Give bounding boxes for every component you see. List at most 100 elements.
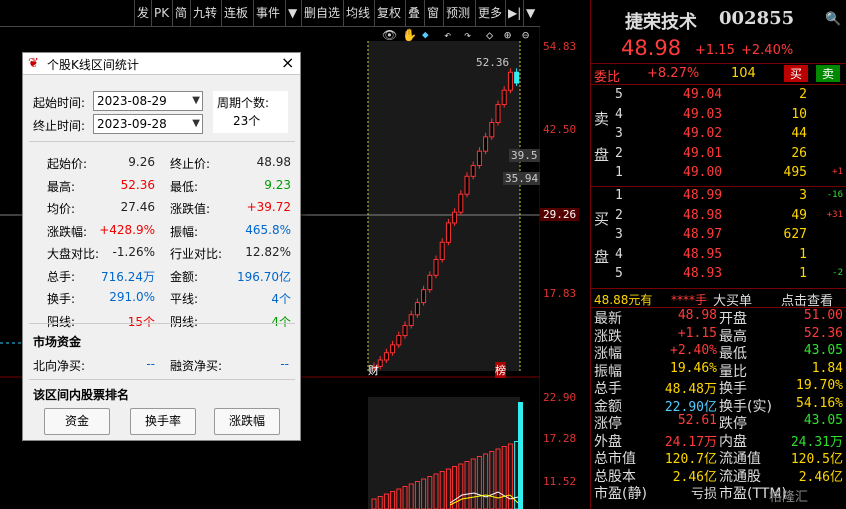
quote-stat-value: 19.70% bbox=[796, 378, 843, 393]
volume-axis-label: 22.90 bbox=[543, 391, 577, 404]
search-icon[interactable]: 🔍 bbox=[825, 12, 841, 27]
rank-fund-button[interactable]: 资金 bbox=[44, 408, 110, 435]
hand-icon[interactable]: ✋ bbox=[402, 28, 417, 42]
book-price[interactable]: 49.02 bbox=[683, 126, 722, 141]
book-volume: 44 bbox=[791, 126, 807, 141]
book-price[interactable]: 48.98 bbox=[683, 208, 722, 223]
quote-stat-value: +2.40% bbox=[670, 343, 717, 358]
stat-label: 起始价: bbox=[47, 157, 88, 171]
book-price[interactable]: 49.04 bbox=[683, 87, 722, 102]
book-price[interactable]: 49.03 bbox=[683, 107, 722, 122]
toolbar-item-forecast[interactable]: 预测 bbox=[443, 0, 472, 26]
zoom-in-icon[interactable]: ⊕ bbox=[504, 28, 511, 42]
diamond-icon[interactable]: ◇ bbox=[486, 28, 493, 42]
stat-label: 最低: bbox=[170, 179, 199, 194]
book-level: 3 bbox=[615, 126, 623, 141]
candle-body bbox=[458, 193, 464, 213]
book-price[interactable]: 48.99 bbox=[683, 188, 722, 203]
end-time-picker[interactable]: 2023-09-28 ▼ bbox=[93, 114, 203, 134]
stat-label: 均价: bbox=[47, 202, 76, 216]
quote-stat-value: 2.46亿 bbox=[672, 469, 717, 485]
divider bbox=[29, 323, 295, 324]
diamond-icon[interactable]: ◆ bbox=[422, 28, 429, 41]
candle-body bbox=[414, 302, 420, 316]
rank-turnover-button[interactable]: 换手率 bbox=[130, 408, 196, 435]
book-price[interactable]: 49.00 bbox=[683, 165, 722, 180]
candle-body bbox=[402, 325, 408, 337]
start-time-value: 2023-08-29 bbox=[97, 94, 167, 108]
toolbar-item-expand[interactable]: ▶| bbox=[505, 0, 523, 26]
toolbar-item-fa[interactable]: 发 bbox=[134, 0, 151, 26]
book-delta: -16 bbox=[826, 190, 843, 200]
stat-value: 52.36 bbox=[120, 177, 155, 192]
quote-panel: 捷荣技术 002855 🔍 48.98 +1.15 +2.40% 委比 +8.2… bbox=[590, 0, 846, 509]
candle-body bbox=[501, 89, 507, 106]
toolbar-dropdown[interactable]: ▼ bbox=[285, 0, 299, 26]
stat-label: 涨跌幅: bbox=[47, 224, 88, 239]
toolbar-item-simple[interactable]: 简 bbox=[172, 0, 189, 26]
stat-value: 716.24万 bbox=[101, 269, 155, 284]
price-axis-label: 42.50 bbox=[543, 123, 577, 136]
price-axis-label-cursor: 29.26 bbox=[540, 208, 580, 221]
end-time-value: 2023-09-28 bbox=[97, 117, 167, 131]
rank-change-button[interactable]: 涨跌幅 bbox=[214, 408, 280, 435]
current-price: 48.98 bbox=[621, 36, 682, 60]
weibi-value: +8.27% bbox=[647, 66, 700, 81]
quote-stat-value: 1.84 bbox=[811, 360, 843, 376]
toolbar-dropdown-2[interactable]: ▼ bbox=[523, 0, 537, 26]
end-time-label: 终止时间: bbox=[33, 119, 86, 133]
redo-icon[interactable]: ↷ bbox=[464, 28, 471, 42]
toolbar-item-jiuzhuan[interactable]: 九转 bbox=[190, 0, 219, 26]
toolbar-item-window[interactable]: 窗 bbox=[424, 0, 441, 26]
quote-stat-value: +1.15 bbox=[677, 325, 717, 341]
dialog-titlebar[interactable]: ❦ 个股K线区间统计 × bbox=[23, 53, 300, 75]
candle-body bbox=[483, 136, 489, 152]
book-volume: 495 bbox=[783, 165, 807, 180]
quote-stat-value: 51.00 bbox=[803, 308, 843, 323]
candle-body bbox=[489, 122, 495, 138]
quote-stat-value: 亏损 bbox=[690, 487, 717, 502]
stock-name: 捷荣技术 bbox=[625, 12, 697, 33]
sell-button[interactable]: 卖 bbox=[816, 65, 841, 82]
quote-stat-value: 54.16% bbox=[796, 395, 843, 411]
book-price[interactable]: 48.93 bbox=[683, 266, 722, 281]
book-volume: 2 bbox=[799, 87, 807, 102]
volume-axis-label: 11.52 bbox=[543, 475, 577, 488]
close-icon[interactable]: × bbox=[281, 53, 294, 72]
eye-icon[interactable]: 👁 bbox=[382, 28, 397, 42]
rank-header: 该区间内股票排名 bbox=[33, 388, 130, 402]
book-level: 4 bbox=[615, 106, 623, 122]
period-count-label: 周期个数: bbox=[217, 96, 270, 110]
book-delta: +1 bbox=[832, 167, 843, 177]
stat-label: 换手: bbox=[47, 292, 76, 306]
stat-value: 4个 bbox=[271, 314, 291, 329]
toolbar-item-events[interactable]: 事件 bbox=[253, 0, 282, 26]
stat-value: 196.70亿 bbox=[237, 269, 291, 284]
stat-label: 平线: bbox=[170, 292, 199, 306]
candle-body bbox=[452, 211, 458, 224]
buy-button[interactable]: 买 bbox=[784, 65, 809, 82]
toolbar-item-ma[interactable]: 均线 bbox=[343, 0, 372, 26]
toolbar-item-adjust[interactable]: 复权 bbox=[374, 0, 403, 26]
zoom-out-icon[interactable]: ⊖ bbox=[522, 28, 529, 42]
marker-bang[interactable]: 榜 bbox=[495, 362, 506, 378]
stat-value: -1.26% bbox=[112, 245, 155, 259]
volume-axis-label: 17.28 bbox=[543, 432, 577, 445]
toolbar-item-lianban[interactable]: 连板 bbox=[221, 0, 250, 26]
book-price[interactable]: 49.01 bbox=[683, 146, 722, 161]
stat-label: 阴线: bbox=[170, 314, 199, 329]
toolbar-item-pk[interactable]: PK bbox=[151, 0, 171, 26]
divider bbox=[591, 288, 846, 289]
toolbar-item-remove-watchlist[interactable]: 删自选 bbox=[301, 0, 342, 26]
book-price[interactable]: 48.97 bbox=[683, 227, 722, 242]
candle-body bbox=[507, 71, 513, 91]
undo-icon[interactable]: ↶ bbox=[444, 28, 451, 42]
toolbar-item-more[interactable]: 更多 bbox=[475, 0, 504, 26]
start-time-picker[interactable]: 2023-08-29 ▼ bbox=[93, 91, 203, 111]
marker-cai[interactable]: 财 bbox=[368, 362, 379, 378]
book-level: 2 bbox=[615, 145, 623, 161]
candle-body bbox=[514, 71, 520, 84]
book-price[interactable]: 48.95 bbox=[683, 247, 722, 262]
stat-label: 行业对比: bbox=[170, 247, 223, 261]
toolbar-item-overlay[interactable]: 叠 bbox=[405, 0, 422, 26]
